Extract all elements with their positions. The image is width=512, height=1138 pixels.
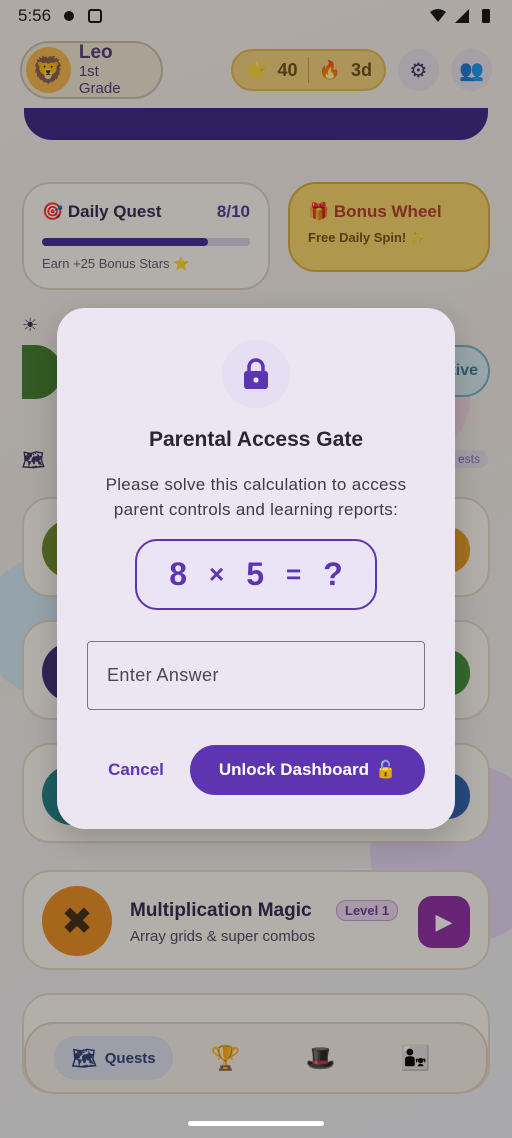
dialog-message: Please solve this calculation to access … <box>105 475 407 519</box>
multiply-operator: × <box>209 559 225 589</box>
dialog-title: Parental Access Gate <box>148 428 363 451</box>
operand-a: 8 <box>169 556 188 592</box>
unknown-answer: ? <box>323 556 343 592</box>
lock-icon-container <box>222 340 290 408</box>
parental-gate-dialog: Parental Access Gate Please solve this c… <box>57 308 455 829</box>
equals-sign: = <box>286 559 302 589</box>
unlock-dashboard-button[interactable]: Unlock Dashboard 🔓 <box>190 745 425 795</box>
unlock-button-label: Unlock Dashboard <box>218 760 370 779</box>
answer-input[interactable] <box>87 641 425 710</box>
lock-icon <box>244 358 268 389</box>
math-equation: 8 × 5 = ? <box>135 539 377 610</box>
unlock-icon: 🔓 <box>375 760 397 779</box>
home-indicator[interactable] <box>188 1121 324 1126</box>
operand-b: 5 <box>246 556 265 592</box>
cancel-button[interactable]: Cancel <box>97 745 175 795</box>
